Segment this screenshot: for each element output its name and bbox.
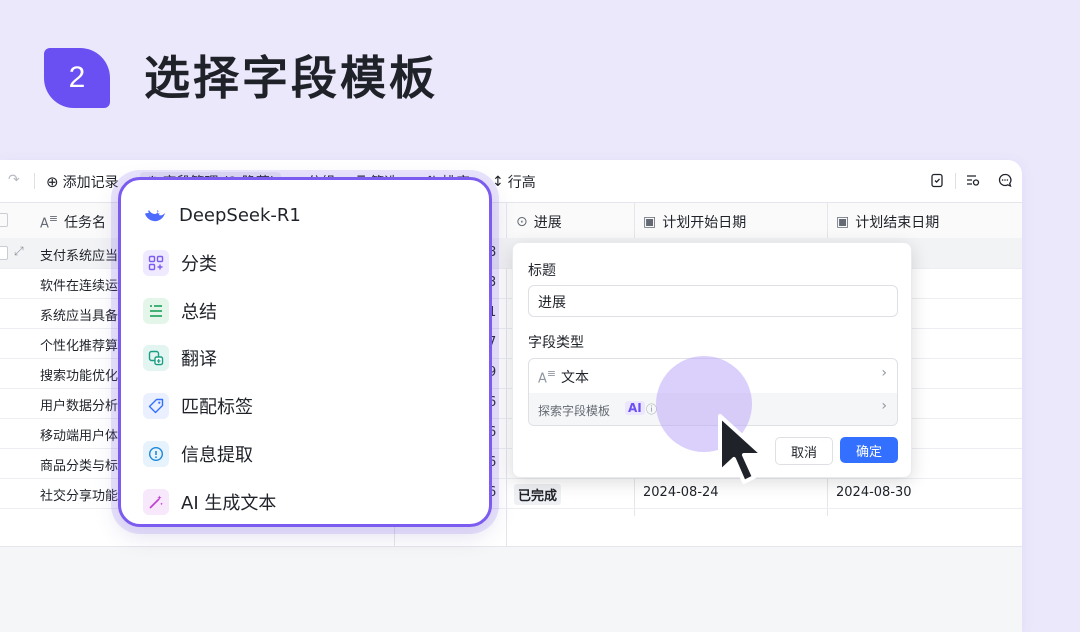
search-list-icon[interactable] [965,172,981,192]
cancel-button[interactable]: 取消 [775,437,833,465]
start-date-cell: 2024-08-24 [643,485,719,500]
menu-item-tag[interactable]: 匹配标签 [143,393,253,419]
grid-empty-area [0,546,1022,632]
ai-wand-icon [143,489,169,515]
field-template-menu: DeepSeek-R1 分类 总结 翻译 匹配标签 信息提取 AI 生成文本 [118,177,492,527]
menu-item-summary[interactable]: 总结 [143,298,217,324]
add-record-label: 添加记录 [62,175,119,191]
column-header-progress[interactable]: ⊙ 进展 [516,212,562,232]
translate-icon [143,345,169,371]
step-number: 2 [68,61,86,94]
task-cell: 搜索功能优化 [40,369,119,384]
column-end-label: 计划结束日期 [855,215,940,231]
select-all-checkbox[interactable] [0,213,8,227]
whale-icon [143,202,167,228]
calendar-icon: ▣ [836,214,850,230]
search-template-label: 探索字段模板 [538,404,611,418]
row-checkbox[interactable] [0,246,8,260]
confirm-button[interactable]: 确定 [840,437,898,463]
calendar-icon: ▣ [643,214,657,230]
column-header-start[interactable]: ▣ 计划开始日期 [643,212,746,232]
page-title: 选择字段模板 [144,51,438,105]
row-height-icon: ↕ [492,174,504,190]
field-type-label: 字段类型 [528,335,584,351]
tag-icon [143,393,169,419]
text-field-icon: A≡ [538,367,556,387]
chevron-right-icon: › [881,398,887,414]
category-icon [143,250,169,276]
expand-icon[interactable]: ⤢ [14,244,24,259]
redo-icon[interactable]: ↷ [8,172,20,188]
field-type-value: 文本 [561,370,589,386]
progress-tag: 已完成 [514,484,562,505]
text-field-icon: A≡ [40,212,58,232]
toolbar-divider-right [955,173,956,189]
menu-item-translate[interactable]: 翻译 [143,345,217,371]
summary-icon [143,298,169,324]
clipboard-icon[interactable] [929,172,945,192]
column-start-label: 计划开始日期 [662,215,747,231]
menu-item-label: 翻译 [181,349,217,370]
column-header-task[interactable]: A≡ 任务名 [40,212,106,232]
menu-item-label: 分类 [181,254,217,275]
column-task-label: 任务名 [63,215,106,231]
menu-item-label: 匹配标签 [181,397,253,418]
toolbar-divider [34,173,35,189]
menu-item-label: AI 生成文本 [181,493,277,514]
end-date-cell: 2024-08-30 [836,485,912,500]
step-number-badge: 2 [44,48,110,108]
menu-item-extract[interactable]: 信息提取 [143,441,253,467]
column-header-end[interactable]: ▣ 计划结束日期 [836,212,939,232]
status-icon: ⊙ [516,214,528,230]
menu-item-ai-generate[interactable]: AI 生成文本 [143,489,276,515]
menu-item-label: 信息提取 [181,445,253,466]
mouse-cursor-icon [716,412,780,496]
menu-item-deepseek[interactable]: DeepSeek-R1 [143,202,301,228]
menu-item-label: 总结 [181,302,217,323]
comment-icon[interactable] [997,172,1013,192]
title-label: 标题 [528,263,556,279]
chevron-right-icon: › [881,365,887,381]
ai-badge: AI [625,401,645,415]
row-height-button[interactable]: ↕ 行高 [492,172,536,192]
menu-item-category[interactable]: 分类 [143,250,217,276]
add-record-button[interactable]: ⊕ 添加记录 [46,172,119,192]
plus-circle-icon: ⊕ [46,173,59,191]
row-height-label: 行高 [507,175,536,191]
menu-item-label: DeepSeek-R1 [179,204,301,226]
column-progress-label: 进展 [533,215,562,231]
extract-icon [143,441,169,467]
title-input-value: 进展 [538,295,566,311]
title-input[interactable]: 进展 [528,285,898,317]
